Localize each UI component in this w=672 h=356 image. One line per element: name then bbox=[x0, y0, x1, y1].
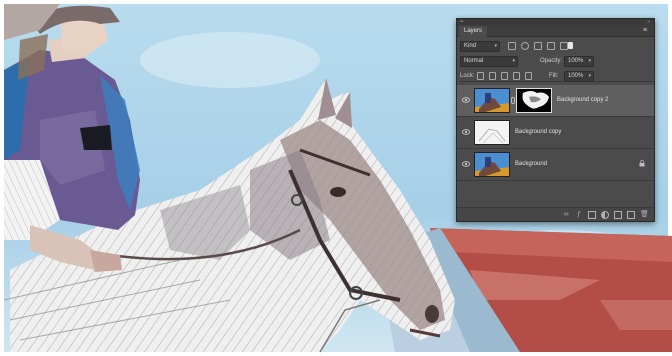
layers-footer: ∞ ƒ 🗑 bbox=[457, 207, 654, 221]
lock-position-icon[interactable] bbox=[501, 72, 508, 80]
footer-icons: ∞ ƒ 🗑 bbox=[562, 211, 649, 219]
panel-menu-icon[interactable]: ≡ bbox=[640, 26, 650, 36]
pixel-filter-icon[interactable] bbox=[508, 42, 516, 50]
layers-panel[interactable]: •• » Layers ≡ Kind ▾ Normal ▾ Opacity: 1… bbox=[456, 18, 655, 222]
mask-link-icon[interactable] bbox=[511, 97, 515, 104]
add-mask-icon[interactable] bbox=[588, 211, 596, 219]
new-layer-icon[interactable] bbox=[627, 211, 635, 219]
chevron-down-icon: ▾ bbox=[588, 58, 591, 64]
visibility-eye-icon[interactable] bbox=[462, 161, 470, 167]
panel-tab-bar: Layers ≡ bbox=[457, 25, 654, 37]
layer-row[interactable]: Background copy 2 bbox=[457, 85, 654, 117]
lock-pixels-icon[interactable] bbox=[489, 72, 496, 80]
filter-kind-label: Kind bbox=[464, 43, 477, 49]
layer-thumbnail[interactable] bbox=[474, 88, 510, 113]
layer-mask-thumbnail[interactable] bbox=[516, 88, 552, 113]
layer-name[interactable]: Background copy bbox=[515, 129, 561, 135]
delete-layer-icon[interactable]: 🗑 bbox=[640, 211, 649, 219]
lock-icons bbox=[477, 72, 532, 80]
chevron-down-icon: ▾ bbox=[494, 43, 497, 49]
layer-filter-row: Kind ▾ bbox=[460, 41, 653, 52]
adjustment-layer-icon[interactable] bbox=[601, 211, 609, 219]
layer-thumbnail[interactable] bbox=[474, 152, 510, 177]
layer-name[interactable]: Background bbox=[515, 161, 547, 167]
layer-row[interactable]: Background bbox=[457, 149, 654, 181]
lock-icon bbox=[639, 160, 645, 167]
visibility-eye-icon[interactable] bbox=[462, 97, 470, 103]
lock-artboard-icon[interactable] bbox=[513, 72, 520, 80]
opacity-field[interactable]: 100% ▾ bbox=[564, 56, 594, 67]
type-filter-icon[interactable] bbox=[534, 42, 542, 50]
fill-field[interactable]: 100% ▾ bbox=[564, 71, 594, 82]
lock-label: Lock: bbox=[460, 73, 475, 79]
lock-fill-row: Lock: Fill: 100% ▾ bbox=[460, 71, 653, 82]
adjustment-filter-icon[interactable] bbox=[521, 42, 529, 50]
shape-filter-icon[interactable] bbox=[547, 42, 555, 50]
layer-thumbnail[interactable] bbox=[474, 120, 510, 145]
link-layers-icon[interactable]: ∞ bbox=[562, 211, 570, 219]
chevron-down-icon: ▾ bbox=[512, 58, 515, 64]
new-group-icon[interactable] bbox=[614, 211, 622, 219]
opacity-value: 100% bbox=[568, 58, 584, 64]
lock-transparency-icon[interactable] bbox=[477, 72, 484, 80]
layer-name[interactable]: Background copy 2 bbox=[557, 97, 608, 103]
blend-opacity-row: Normal ▾ Opacity: 100% ▾ bbox=[460, 56, 653, 67]
smart-object-filter-icon[interactable] bbox=[560, 42, 568, 50]
tab-layers[interactable]: Layers bbox=[459, 26, 488, 37]
lock-all-icon[interactable] bbox=[525, 72, 532, 80]
fill-label: Fill: bbox=[549, 73, 559, 79]
blend-mode-value: Normal bbox=[464, 58, 484, 64]
visibility-eye-icon[interactable] bbox=[462, 129, 470, 135]
layer-row[interactable]: Background copy bbox=[457, 117, 654, 149]
opacity-label: Opacity: bbox=[540, 58, 563, 64]
fill-value: 100% bbox=[568, 73, 584, 79]
fx-icon[interactable]: ƒ bbox=[575, 211, 583, 219]
filter-icons bbox=[508, 42, 568, 51]
chevron-down-icon: ▾ bbox=[588, 73, 591, 79]
filter-kind-select[interactable]: Kind ▾ bbox=[460, 41, 500, 52]
grip-icon[interactable]: •• bbox=[460, 20, 464, 25]
filter-toggle[interactable] bbox=[568, 42, 573, 49]
blend-mode-select[interactable]: Normal ▾ bbox=[460, 56, 518, 67]
